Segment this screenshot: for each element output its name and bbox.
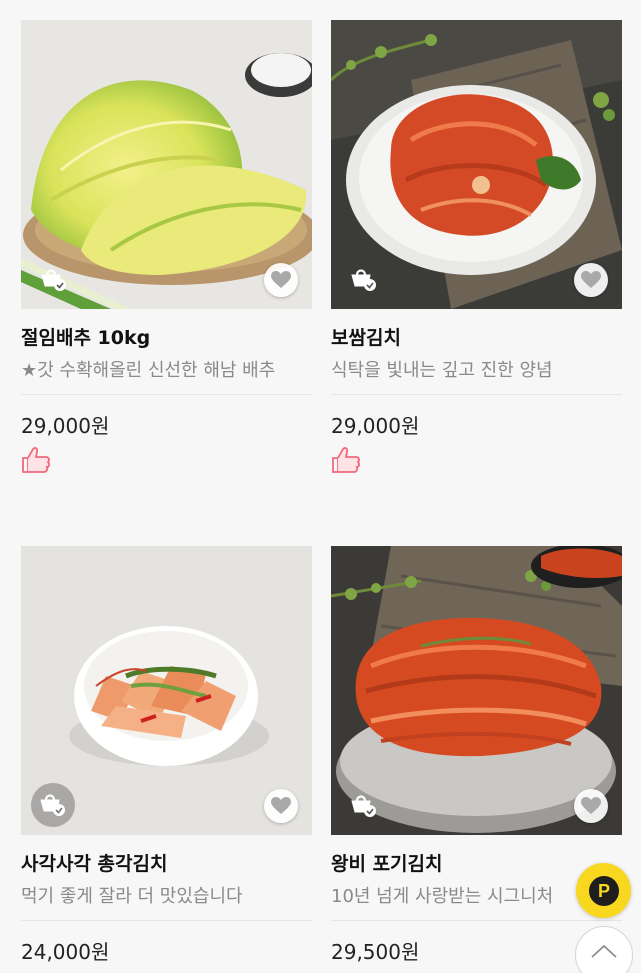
thumbs-up-icon: [332, 447, 360, 473]
product-price: 29,500원: [331, 940, 420, 964]
product-image[interactable]: [21, 546, 312, 835]
heart-icon: [581, 271, 601, 288]
cart-check-icon: [351, 269, 376, 291]
naver-pay-button[interactable]: P: [576, 863, 631, 918]
cart-check-icon: [351, 795, 376, 817]
divider: [21, 920, 312, 921]
thumbs-up-icon: [22, 447, 50, 473]
add-to-cart-button[interactable]: [349, 791, 379, 821]
product-image[interactable]: [331, 20, 622, 309]
pay-label: P: [597, 881, 609, 901]
product-name[interactable]: 보쌈김치: [331, 323, 401, 350]
chevron-up-icon: [591, 944, 617, 958]
product-description: 식탁을 빛내는 깊고 진한 양념: [331, 360, 553, 381]
product-name[interactable]: 사각사각 총각김치: [21, 849, 167, 876]
pay-point-icon: P: [588, 875, 619, 906]
cart-check-icon: [40, 794, 65, 816]
product-price: 29,000원: [21, 414, 110, 438]
heart-icon: [271, 271, 291, 288]
like-button[interactable]: [21, 445, 51, 475]
product-card-chonggak-kimchi[interactable]: 사각사각 총각김치 먹기 좋게 잘라 더 맛있습니다 24,000원: [21, 546, 312, 964]
product-image[interactable]: [331, 546, 622, 835]
product-name[interactable]: 왕비 포기김치: [331, 849, 443, 876]
heart-icon: [271, 797, 291, 814]
product-card-cabbage[interactable]: 절임배추 10kg ★갓 수확해올린 신선한 해남 배추 29,000원: [21, 20, 312, 473]
product-card-bossam-kimchi[interactable]: 보쌈김치 식탁을 빛내는 깊고 진한 양념 29,000원: [331, 20, 622, 473]
add-to-cart-button[interactable]: [39, 265, 69, 295]
add-to-cart-button[interactable]: [349, 265, 379, 295]
wishlist-button[interactable]: [574, 263, 608, 297]
product-card-wangbi-pogi-kimchi[interactable]: 왕비 포기김치 10년 넘게 사랑받는 시그니처 29,500원: [331, 546, 622, 964]
product-price: 24,000원: [21, 940, 110, 964]
divider: [21, 394, 312, 395]
wishlist-button[interactable]: [574, 789, 608, 823]
cart-check-icon: [41, 269, 66, 291]
wishlist-button[interactable]: [264, 789, 298, 823]
product-description: 10년 넘게 사랑받는 시그니처: [331, 886, 554, 907]
product-price: 29,000원: [331, 414, 420, 438]
product-image[interactable]: [21, 20, 312, 309]
divider: [331, 394, 622, 395]
scroll-to-top-button[interactable]: [575, 926, 633, 973]
wishlist-button[interactable]: [264, 263, 298, 297]
product-description: ★갓 수확해올린 신선한 해남 배추: [21, 360, 276, 381]
divider: [331, 920, 622, 921]
add-to-cart-button[interactable]: [31, 783, 75, 827]
product-name[interactable]: 절임배추 10kg: [21, 323, 150, 350]
heart-icon: [581, 797, 601, 814]
product-description: 먹기 좋게 잘라 더 맛있습니다: [21, 886, 243, 907]
like-button[interactable]: [331, 445, 361, 475]
